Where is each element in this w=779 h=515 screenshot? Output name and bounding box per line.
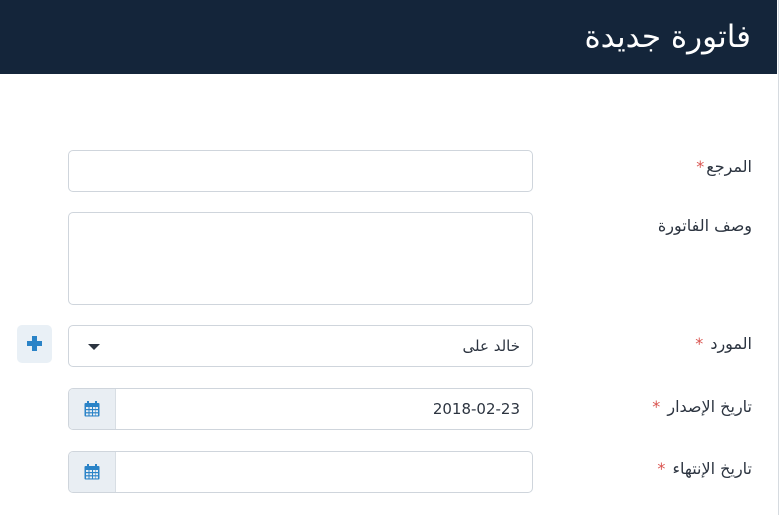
- supplier-selected-value: خالد على: [462, 337, 520, 355]
- due-date-label-text: تاريخ الإنتهاء: [672, 459, 752, 478]
- add-supplier-button[interactable]: [17, 325, 52, 363]
- reference-input[interactable]: [68, 150, 533, 192]
- description-textarea[interactable]: [68, 212, 533, 305]
- issue-date-field: [68, 388, 533, 430]
- due-date-picker-button[interactable]: [69, 452, 116, 492]
- chevron-down-icon: [88, 344, 100, 350]
- page-title: فاتورة جديدة: [584, 19, 751, 55]
- plus-icon: [27, 336, 42, 351]
- reference-label: المرجع*: [696, 157, 752, 176]
- issue-date-input[interactable]: [116, 389, 532, 429]
- due-date-field: [68, 451, 533, 493]
- page-header: فاتورة جديدة: [0, 0, 777, 74]
- reference-label-text: المرجع: [706, 157, 752, 176]
- calendar-icon: [84, 401, 100, 417]
- supplier-label: المورد *: [695, 334, 752, 353]
- description-label: وصف الفاتورة: [657, 216, 752, 235]
- required-mark: *: [657, 459, 666, 478]
- issue-date-label-text: تاريخ الإصدار: [667, 397, 752, 416]
- calendar-icon: [84, 464, 100, 480]
- required-mark: *: [695, 334, 704, 353]
- due-date-input[interactable]: [116, 452, 532, 492]
- required-mark: *: [696, 157, 705, 176]
- invoice-page: فاتورة جديدة المرجع* وصف الفاتورة المورد…: [0, 0, 779, 515]
- required-mark: *: [652, 397, 661, 416]
- issue-date-label: تاريخ الإصدار *: [652, 397, 752, 416]
- supplier-label-text: المورد: [710, 334, 752, 353]
- issue-date-picker-button[interactable]: [69, 389, 116, 429]
- supplier-select[interactable]: خالد على: [68, 325, 533, 367]
- due-date-label: تاريخ الإنتهاء *: [657, 459, 752, 478]
